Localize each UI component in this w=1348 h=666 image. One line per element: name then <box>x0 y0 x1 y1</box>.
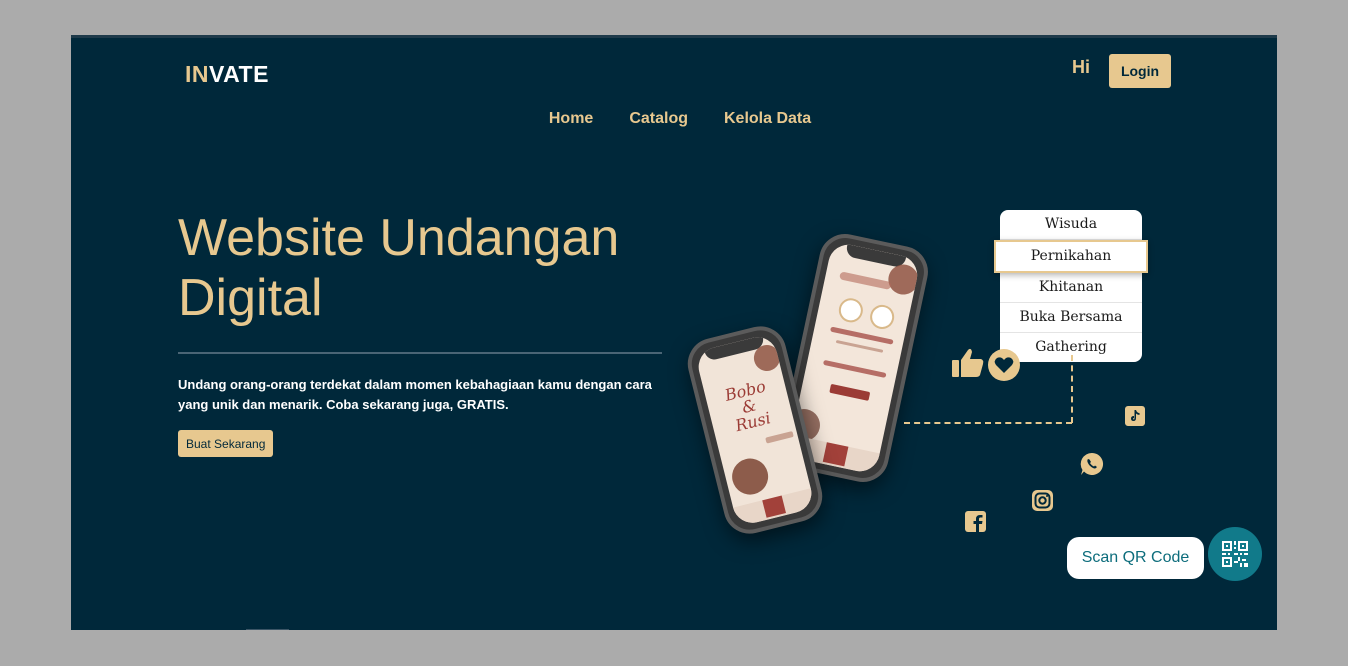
qr-code-button[interactable] <box>1208 527 1262 581</box>
facebook-icon[interactable] <box>965 511 986 532</box>
hero-description: Undang orang-orang terdekat dalam momen … <box>178 377 652 412</box>
thumbs-up-icon <box>952 348 984 377</box>
buat-sekarang-button[interactable]: Buat Sekarang <box>178 430 274 457</box>
dashed-connector-vertical <box>1071 355 1073 423</box>
login-button[interactable]: Login <box>1109 54 1171 88</box>
menu-item-khitanan[interactable]: Khitanan <box>1000 273 1142 303</box>
logo-part-vate: VATE <box>209 61 269 87</box>
main-nav: Home Catalog Kelola Data <box>71 110 1277 128</box>
greeting: Hi <box>1072 57 1090 77</box>
nav-catalog[interactable]: Catalog <box>629 110 688 128</box>
logo-part-in: IN <box>185 61 209 87</box>
nav-kelola-data[interactable]: Kelola Data <box>724 110 811 128</box>
logo[interactable]: INVATE <box>185 61 269 88</box>
hero-title-line1: Website Undangan <box>178 209 620 267</box>
bottom-indicator <box>246 629 289 630</box>
heart-icon <box>988 349 1020 381</box>
menu-item-pernikahan[interactable]: Pernikahan <box>994 240 1148 273</box>
whatsapp-icon[interactable] <box>1080 452 1104 476</box>
dashed-connector-horizontal <box>904 422 1072 424</box>
menu-item-buka-bersama[interactable]: Buka Bersama <box>1000 303 1142 333</box>
page-frame: INVATE Hi Login Home Catalog Kelola Data… <box>71 35 1277 630</box>
event-category-menu: Wisuda Pernikahan Khitanan Buka Bersama … <box>994 210 1148 362</box>
menu-item-wisuda[interactable]: Wisuda <box>1000 210 1142 240</box>
nav-home[interactable]: Home <box>549 110 593 128</box>
scan-qr-code-button[interactable]: Scan QR Code <box>1067 537 1204 579</box>
instagram-icon[interactable] <box>1032 490 1053 511</box>
hero-divider <box>178 352 662 354</box>
hero-title: Website Undangan Digital <box>178 208 698 328</box>
tiktok-icon[interactable] <box>1125 406 1145 426</box>
hero-title-line2: Digital <box>178 269 323 327</box>
qr-code-icon <box>1222 541 1248 567</box>
